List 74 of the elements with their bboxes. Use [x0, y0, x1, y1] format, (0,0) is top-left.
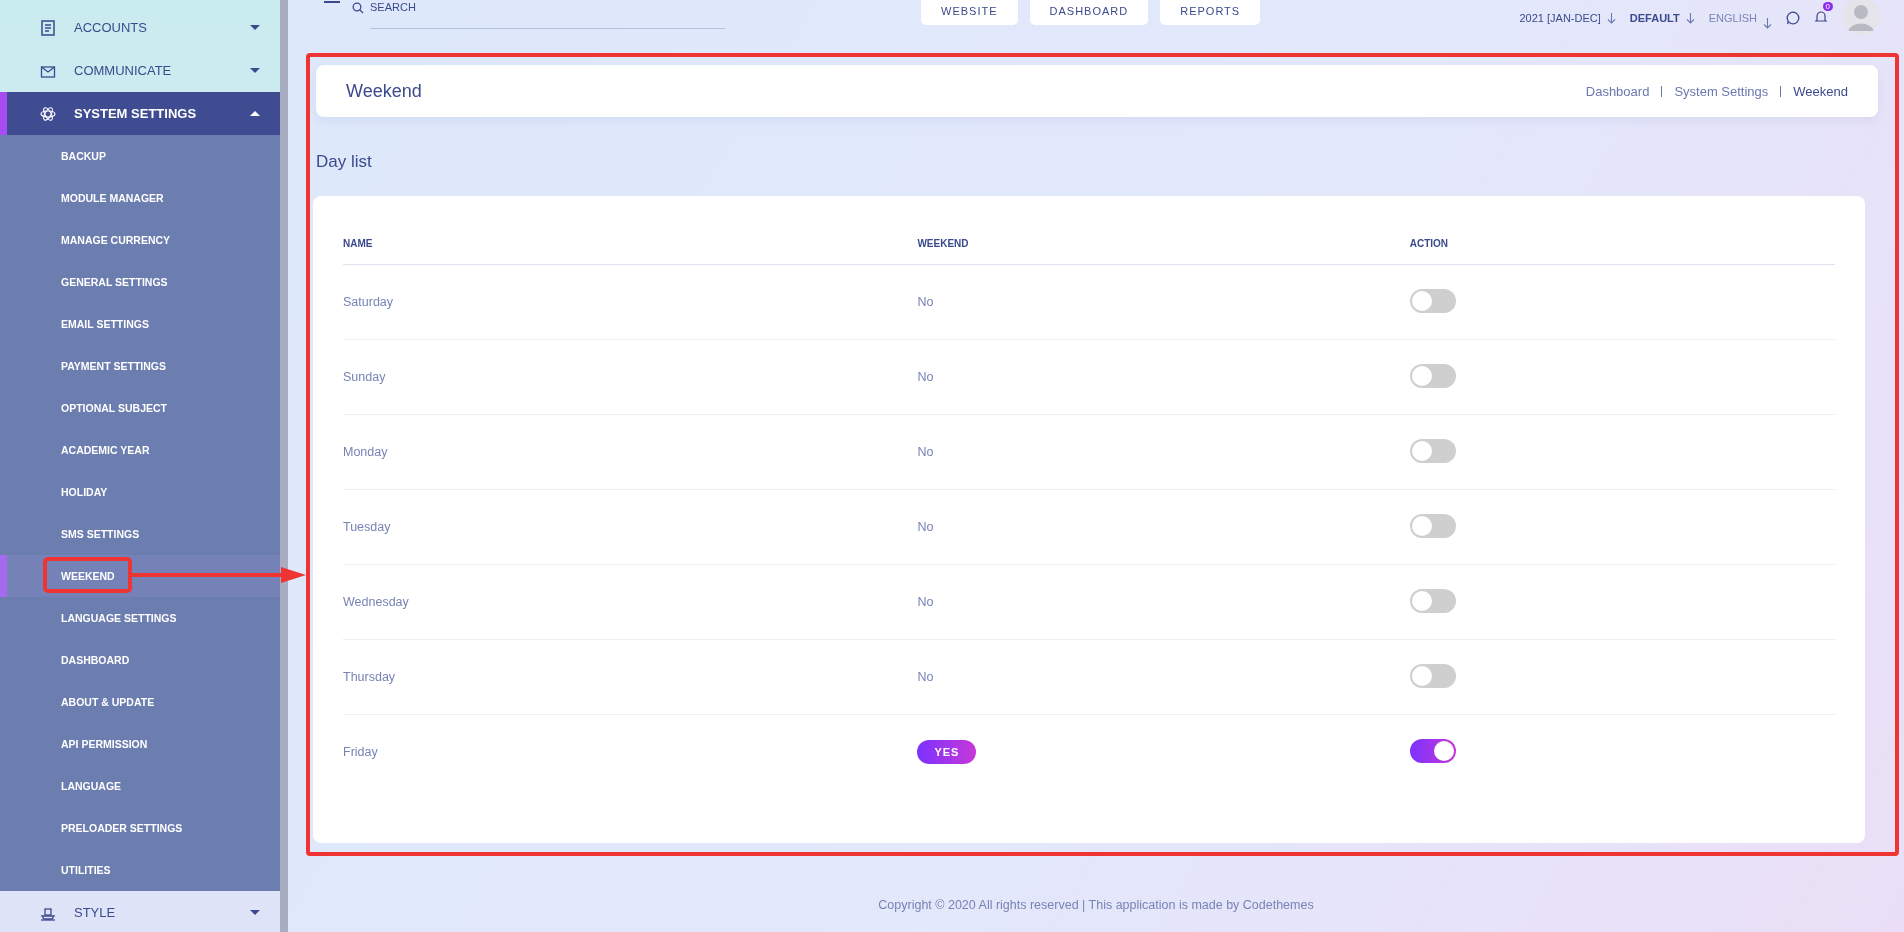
toggle-switch[interactable] — [1409, 588, 1456, 613]
status-text: No — [917, 445, 934, 459]
submenu-item[interactable]: GENERAL SETTINGS — [61, 276, 168, 288]
submenu-item[interactable]: LANGUAGE SETTINGS — [61, 612, 177, 624]
column-header: NAME — [343, 238, 373, 249]
breadcrumb-link[interactable]: Dashboard — [1585, 83, 1650, 99]
breadcrumb-link[interactable]: System Settings — [1674, 83, 1769, 99]
toggle-switch[interactable] — [1409, 288, 1456, 313]
arrow-down-icon — [1606, 12, 1616, 24]
toggle-switch[interactable] — [1409, 663, 1456, 688]
sidebar-item[interactable]: ACCOUNTS — [0, 6, 280, 49]
submenu-item[interactable]: MODULE MANAGER — [61, 192, 164, 204]
caret-icon — [250, 111, 260, 116]
status-text: No — [917, 295, 934, 309]
toggle-switch[interactable] — [1409, 438, 1456, 463]
status-text: No — [917, 520, 934, 534]
selection-indicator — [0, 92, 7, 135]
language-dropdown[interactable]: ENGLISH — [1708, 12, 1757, 24]
day-name: Tuesday — [343, 520, 391, 534]
selection-indicator — [0, 555, 7, 597]
submenu-item[interactable]: DASHBOARD — [61, 654, 130, 666]
status-text: No — [917, 670, 934, 684]
sidebar-item[interactable]: COMMUNICATE — [0, 49, 280, 92]
submenu-item[interactable]: HOLIDAY — [61, 486, 108, 498]
submenu-item[interactable]: PAYMENT SETTINGS — [61, 360, 166, 372]
section-title: Day list — [316, 152, 373, 172]
page-title: Weekend — [346, 80, 423, 102]
toggle-switch[interactable] — [1409, 738, 1456, 763]
bell-icon[interactable] — [1814, 10, 1828, 24]
arrow-down-icon — [1685, 12, 1695, 24]
nav-button[interactable]: REPORTS — [1160, 0, 1261, 25]
submenu-item[interactable]: SMS SETTINGS — [61, 528, 140, 540]
day-name: Monday — [343, 445, 388, 459]
submenu-item[interactable]: UTILITIES — [61, 864, 111, 876]
submenu-item[interactable]: ACADEMIC YEAR — [61, 444, 150, 456]
status-text: No — [917, 370, 934, 384]
status-badge: YES — [917, 740, 977, 764]
footer-text: Copyright © 2020 All rights reserved | This application is made by Codethemes — [877, 898, 1315, 914]
submenu-item[interactable]: OPTIONAL SUBJECT — [61, 402, 167, 414]
submenu-item[interactable]: MANAGE CURRENCY — [61, 234, 171, 246]
submenu-item[interactable]: BACKUP — [61, 150, 106, 162]
column-header: ACTION — [1409, 238, 1449, 249]
submenu-item[interactable]: ABOUT & UPDATE — [61, 696, 155, 708]
day-name: Thursday — [343, 670, 396, 684]
day-name: Wednesday — [343, 595, 409, 609]
toggle-switch[interactable] — [1409, 363, 1456, 388]
submenu-item[interactable]: API PERMISSION — [61, 738, 148, 750]
sidebar-item[interactable]: SYSTEM SETTINGS — [0, 92, 280, 135]
day-name: Saturday — [343, 295, 394, 309]
sidebar-item[interactable]: STYLE — [0, 891, 280, 932]
theme-dropdown[interactable]: DEFAULT — [1629, 12, 1680, 24]
submenu-item[interactable]: LANGUAGE — [61, 780, 122, 792]
nav-button[interactable]: DASHBOARD — [1029, 0, 1149, 25]
toggle-switch[interactable] — [1409, 513, 1456, 538]
caret-icon — [250, 68, 260, 73]
status-text: No — [917, 595, 934, 609]
search-field[interactable]: SEARCH — [370, 0, 725, 29]
submenu-item[interactable]: EMAIL SETTINGS — [61, 318, 149, 330]
chat-icon[interactable] — [1786, 11, 1800, 25]
submenu-item[interactable]: PRELOADER SETTINGS — [61, 822, 183, 834]
column-header: WEEKEND — [917, 238, 969, 249]
arrow-down-icon — [1763, 17, 1772, 29]
caret-icon — [250, 25, 260, 30]
notification-count: 0 — [1822, 2, 1833, 11]
ledger-icon — [40, 19, 56, 36]
day-name: Sunday — [343, 370, 386, 384]
search-icon — [352, 2, 364, 14]
breadcrumb-link[interactable]: Weekend — [1793, 83, 1848, 99]
caret-icon — [250, 910, 260, 915]
atom-icon — [40, 105, 56, 122]
session-dropdown[interactable]: 2021 [JAN-DEC] — [1519, 12, 1601, 24]
submenu-item[interactable]: WEEKEND — [61, 570, 115, 582]
day-name: Friday — [343, 745, 378, 759]
nav-button[interactable]: WEBSITE — [921, 0, 1018, 25]
